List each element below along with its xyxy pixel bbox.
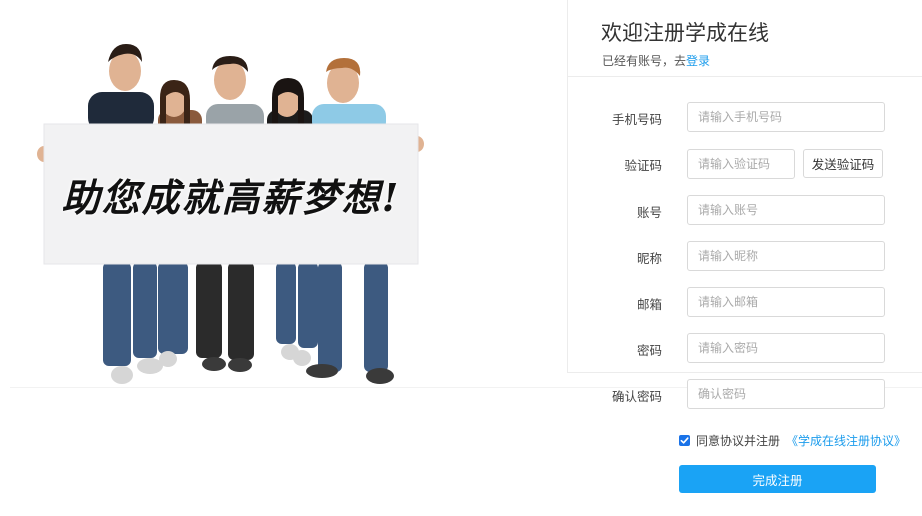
nickname-input[interactable]	[687, 241, 885, 271]
password-input[interactable]	[687, 333, 885, 363]
phone-label: 手机号码	[611, 112, 662, 127]
have-account-text: 已经有账号，去	[602, 54, 687, 68]
complete-registration-button[interactable]: 完成注册	[679, 465, 876, 493]
login-hint: 已经有账号，去登录	[602, 52, 710, 69]
panel-divider-horizontal	[567, 372, 922, 373]
send-code-button[interactable]: 发送验证码	[803, 149, 883, 178]
checkmark-icon	[680, 436, 689, 444]
agreement-row: 同意协议并注册 《学成在线注册协议》	[679, 432, 906, 448]
password-label: 密码	[636, 343, 662, 358]
verification-code-input[interactable]	[687, 149, 795, 179]
account-input[interactable]	[687, 195, 885, 225]
agreement-checkbox[interactable]	[679, 434, 690, 446]
account-label: 账号	[636, 205, 662, 220]
confirm-password-label: 确认密码	[611, 389, 662, 404]
panel-divider-vertical	[567, 0, 568, 372]
email-label: 邮箱	[636, 297, 662, 312]
confirm-password-input[interactable]	[687, 379, 885, 409]
banner-slogan: 助您成就高薪梦想!	[61, 174, 401, 220]
code-label: 验证码	[624, 158, 662, 173]
page-title: 欢迎注册学成在线	[601, 21, 769, 45]
email-input[interactable]	[687, 287, 885, 317]
promo-illustration: 助您成就高薪梦想!	[0, 0, 560, 400]
phone-input[interactable]	[687, 102, 885, 132]
login-link[interactable]: 登录	[686, 54, 710, 68]
agreement-text: 同意协议并注册	[696, 433, 781, 448]
agreement-link[interactable]: 《学成在线注册协议》	[786, 432, 906, 449]
nickname-label: 昵称	[636, 251, 662, 266]
header-divider	[567, 76, 922, 77]
